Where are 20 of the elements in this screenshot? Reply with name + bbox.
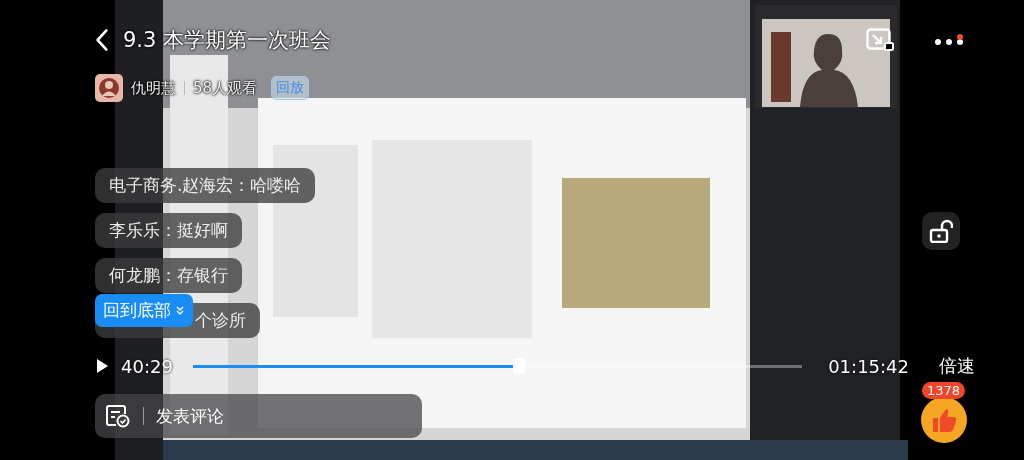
avatar-icon[interactable] — [95, 74, 123, 102]
chat-bubble: 何龙鹏：存银行 — [95, 258, 242, 293]
comment-icon — [105, 404, 131, 428]
chat-bubble: 电子商务.赵海宏：哈喽哈 — [95, 168, 316, 203]
speed-button[interactable]: 倍速 — [939, 354, 975, 378]
back-to-bottom-button[interactable]: 回到底部 — [95, 294, 193, 327]
like-count-badge: 1378 — [922, 382, 966, 399]
chat-bubble: 李乐乐：挺好啊 — [95, 213, 242, 248]
minimize-window-icon[interactable] — [866, 28, 894, 52]
total-time: 01:15:42 — [828, 355, 909, 377]
stream-title: 9.3 本学期第一次班会 — [123, 27, 332, 54]
comment-bar[interactable]: 发表评论 — [95, 394, 422, 438]
replay-badge: 回放 — [271, 76, 310, 100]
double-chevron-icon — [175, 305, 185, 316]
like-button-icon[interactable] — [920, 396, 968, 444]
play-icon[interactable] — [95, 358, 109, 374]
more-icon[interactable] — [934, 34, 964, 46]
back-icon[interactable] — [95, 28, 109, 52]
lock-button[interactable] — [922, 212, 960, 250]
progress-track[interactable] — [192, 358, 803, 374]
